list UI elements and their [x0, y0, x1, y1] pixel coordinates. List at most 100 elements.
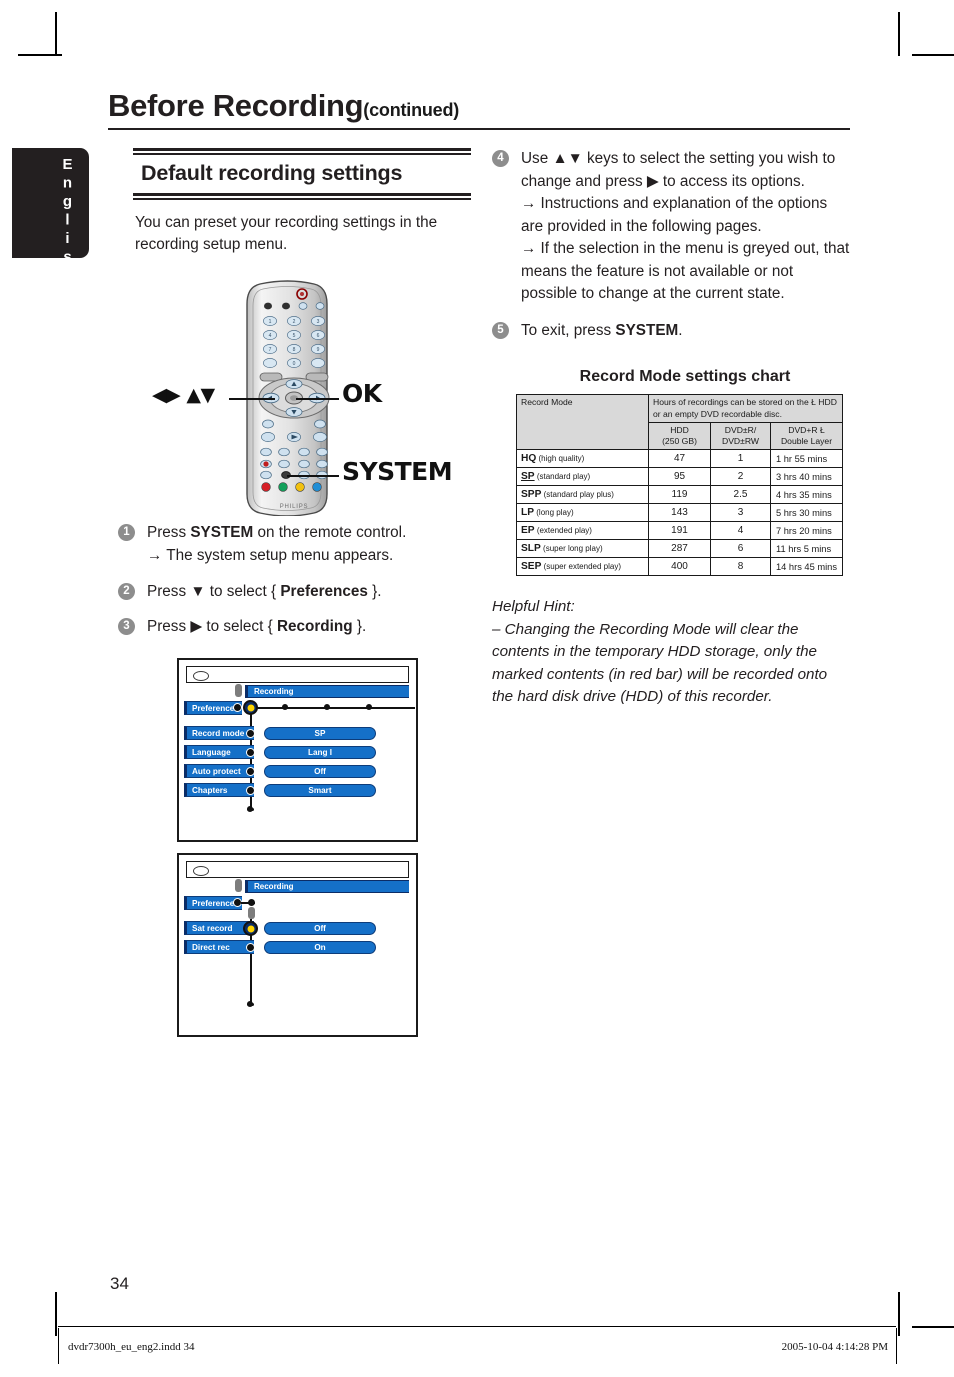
cell-dvd-hours: 8 [710, 557, 771, 576]
cell-hdd-hours: 400 [648, 557, 711, 576]
osd2-option-sat-record[interactable]: Off [264, 922, 376, 935]
osd1-option-record-mode[interactable]: SP [264, 727, 376, 740]
crop-mark-top-right-horizontal [912, 54, 954, 56]
osd2-item-direct-rec[interactable]: Direct rec [184, 940, 254, 954]
header-hdd-l1: HDD [670, 425, 689, 435]
step-1: 1 Press SYSTEM on the remote control. → … [118, 522, 478, 567]
svg-text:7: 7 [269, 347, 272, 353]
step-4-number: 4 [492, 150, 509, 167]
osd2-node-direct-rec [246, 943, 255, 952]
page-number: 34 [110, 1274, 129, 1293]
language-tab: English [12, 148, 89, 286]
cell-mode-abbr: EP [521, 525, 535, 536]
step-2-bold: Preferences [280, 583, 368, 600]
osd2-node-branch [248, 899, 255, 906]
step-3-text-after: }. [352, 617, 367, 635]
callout-leader-ok [296, 398, 339, 401]
svg-text:9: 9 [317, 347, 320, 353]
step-4-sub-2: → If the selection in the menu is greyed… [521, 240, 850, 302]
osd1-rail [249, 707, 415, 709]
header-record-mode: Record Mode [516, 394, 649, 450]
osd1-option-language[interactable]: Lang I [264, 746, 376, 759]
language-tab-label: English [59, 156, 76, 286]
table-head: Record Mode Hours of recordings can be s… [516, 394, 844, 450]
cell-mode-abbr: SP [521, 471, 535, 482]
step-2-text-after: }. [367, 583, 382, 600]
osd1-rail-dot-2 [324, 704, 330, 710]
osd1-item-chapters[interactable]: Chapters [184, 783, 254, 797]
step-4-line1: Use ▲▼ keys to select the setting you wi… [521, 150, 836, 190]
cell-record-mode: SP (standard play) [516, 467, 649, 486]
svg-text:PHILIPS: PHILIPS [280, 504, 309, 510]
svg-text:6: 6 [317, 333, 320, 339]
step-5-text-before: To exit, press [521, 321, 616, 339]
footer-timestamp: 2005-10-04 4:14:28 PM [781, 1341, 888, 1353]
section-rule-top [133, 148, 471, 155]
step-1-sub: → The system setup menu appears. [147, 546, 394, 564]
osd1-node-preferences [233, 703, 242, 712]
step-3-number: 3 [118, 617, 135, 635]
cell-dual-layer-duration: 11 hrs 5 mins [769, 539, 844, 558]
step-2-text-before: Press ▼ to select { [147, 583, 281, 600]
osd1-item-record-mode[interactable]: Record mode [184, 726, 254, 740]
osd-screen-recording-menu-1: Recording Preferences Record mode SP Lan… [177, 658, 418, 842]
disc-icon-2 [193, 866, 209, 876]
cell-record-mode: SEP (super extended play) [516, 557, 649, 576]
callout-leader-system [287, 475, 339, 478]
callout-leader-nav-keys [229, 398, 275, 401]
cell-record-mode: HQ (high quality) [516, 449, 649, 468]
table-body: HQ (high quality) 47 1 1 hr 55 mins SP (stan… [516, 449, 844, 576]
cell-mode-desc: (standard play plus) [541, 490, 614, 499]
disc-icon [193, 671, 209, 681]
left-steps-list: 1 Press SYSTEM on the remote control. → … [118, 522, 478, 638]
osd2-option-direct-rec[interactable]: On [264, 941, 376, 954]
helpful-hint: Helpful Hint: – Changing the Recording M… [492, 596, 832, 709]
osd-status-bar-2 [186, 861, 409, 878]
cell-dual-layer-duration: 5 hrs 30 mins [769, 503, 844, 522]
cell-record-mode: SLP (super long play) [516, 539, 649, 558]
osd1-item-auto-protect[interactable]: Auto protect [184, 764, 254, 778]
cell-hdd-hours: 47 [648, 449, 711, 468]
cell-hdd-hours: 119 [648, 485, 711, 504]
step-5-text-after: . [678, 321, 683, 339]
svg-text:0: 0 [293, 361, 296, 367]
osd1-item-language[interactable]: Language [184, 745, 254, 759]
header-dvd-l2: DVD±RW [721, 436, 760, 446]
osd1-rail-dot-3 [366, 704, 372, 710]
cell-mode-desc: (long play) [534, 508, 574, 517]
cell-dvd-hours: 2.5 [710, 485, 771, 504]
helpful-hint-label: Helpful Hint: [492, 598, 575, 615]
cell-dual-layer-duration: 4 hrs 35 mins [769, 485, 844, 504]
cell-hdd-hours: 143 [648, 503, 711, 522]
cell-dual-layer-duration: 3 hrs 40 mins [769, 467, 844, 486]
step-4: 4 Use ▲▼ keys to select the setting you … [492, 148, 852, 306]
cell-mode-desc: (super extended play) [541, 562, 621, 571]
osd1-spine-end-cap [247, 808, 254, 811]
left-column: Default recording settings You can prese… [133, 148, 478, 256]
step-1-bold: SYSTEM [190, 524, 254, 541]
cell-record-mode: SPP (standard play plus) [516, 485, 649, 504]
crop-mark-bottom-left-vertical [55, 1292, 57, 1336]
remote-control-illustration: 123 456 789 0 PHILIPS ◀▶ ▲▼ OK SYSTEM [152, 276, 456, 517]
step-3-bold: Recording [276, 617, 353, 635]
cell-dvd-hours: 4 [710, 521, 771, 540]
footer-filename: dvdr7300h_eu_eng2.indd 34 [68, 1341, 195, 1353]
cell-dual-layer-duration: 1 hr 55 mins [769, 449, 844, 468]
step-2-number: 2 [118, 583, 135, 600]
callout-label-ok: OK [342, 379, 382, 408]
section-heading-text: Default recording settings [141, 161, 403, 185]
cell-mode-desc: (super long play) [540, 544, 603, 553]
osd2-stem-node [235, 879, 242, 892]
osd1-node-selected [243, 700, 258, 715]
step-2: 2 Press ▼ to select { Preferences }. [118, 581, 478, 604]
cell-mode-desc: (high quality) [536, 454, 585, 463]
page-title: Before Recording(continued) [108, 88, 850, 124]
osd1-option-auto-protect[interactable]: Off [264, 765, 376, 778]
table-row: EP (extended play) 191 4 7 hrs 20 mins [516, 521, 844, 540]
osd-status-bar-1 [186, 666, 409, 683]
osd1-option-chapters[interactable]: Smart [264, 784, 376, 797]
section-heading: Default recording settings [133, 148, 478, 200]
osd1-node-record-mode [246, 729, 255, 738]
step-1-text-before: Press [147, 524, 191, 541]
cell-mode-abbr: SPP [521, 489, 542, 500]
